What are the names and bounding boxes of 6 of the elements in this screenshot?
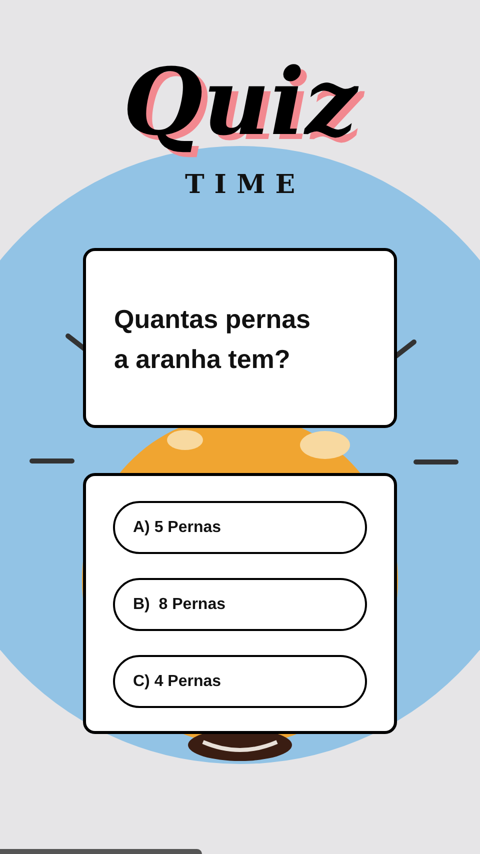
answer-button[interactable]: A) 5 Pernas — [113, 501, 367, 554]
quiz-title: Quiz — [122, 52, 358, 152]
answer-button[interactable]: B) 8 Pernas — [113, 578, 367, 631]
time-subtitle: TIME — [184, 170, 306, 200]
answer-button[interactable]: C) 4 Pernas — [113, 655, 367, 708]
question-text: Quantas pernas a aranha tem? — [114, 303, 312, 376]
